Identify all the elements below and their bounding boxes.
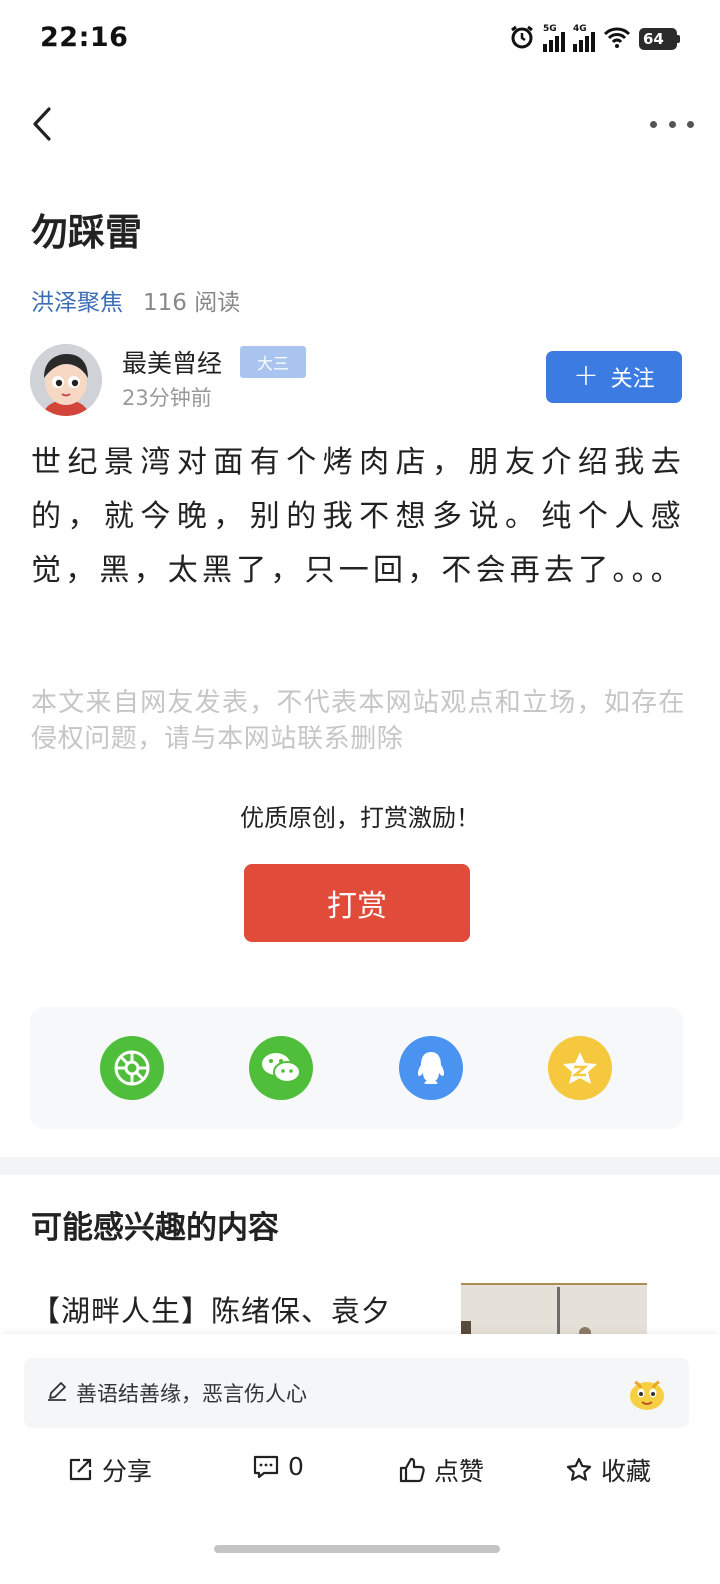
star-icon [566,1457,592,1481]
pen-icon [46,1380,68,1406]
more-button[interactable] [650,110,694,138]
favorite-label: 收藏 [601,1457,652,1486]
chevron-left-icon [33,107,51,141]
article-body: 世纪景湾对面有个烤肉店，朋友介绍我去的，就今晚，别的我不想多说。纯个人感觉，黑，… [31,445,685,588]
recommend-title: 可能感兴趣的内容 [31,1210,279,1246]
thumbs-up-icon [399,1457,425,1483]
favorite-button[interactable]: 收藏 [565,1452,651,1488]
like-button[interactable]: 点赞 [398,1452,484,1488]
share-label: 分享 [102,1457,153,1486]
status-bar: 22:16 5G 4G 64 [0,0,720,80]
disclaimer: 本文来自网友发表，不代表本网站观点和立场，如存在侵权问题，请与本网站联系删除 [31,688,685,754]
author-row: 最美曾经 大三 23分钟前 + 关注 [30,344,690,420]
nav-bar [0,92,720,156]
comment-count: 0 [288,1452,304,1481]
comment-input[interactable]: 善语结善缘，恶言伤人心 [24,1358,689,1428]
like-label: 点赞 [434,1457,485,1486]
reward-button[interactable]: 打赏 [244,864,470,942]
qzone-icon[interactable] [548,1036,612,1100]
reward-prompt: 优质原创，打赏激励！ [240,804,480,832]
home-indicator[interactable] [214,1545,500,1553]
comment-button[interactable]: 0 [252,1452,304,1481]
moments-icon[interactable] [100,1036,164,1100]
share-panel [30,1007,683,1129]
article-meta: 洪泽聚焦 116 阅读 [31,283,240,317]
qq-icon[interactable] [399,1036,463,1100]
comment-placeholder: 善语结善缘，恶言伤人心 [76,1382,307,1406]
emoji-icon[interactable] [627,1374,667,1412]
article-title: 勿踩雷 [31,211,142,254]
action-bar: 分享 0 点赞 收藏 [0,1452,720,1492]
source-link[interactable]: 洪泽聚焦 [31,283,123,317]
comment-icon [253,1455,279,1478]
article-page: 22:16 5G 4G 64 勿踩雷 洪泽聚焦 116 阅读 最美曾经 大三 2… [0,0,720,1584]
alarm-icon [509,24,535,54]
author-name[interactable]: 最美曾经 [122,344,222,380]
status-icons: 5G 4G 64 [509,24,680,54]
follow-label: 关注 [610,367,655,392]
share-button[interactable]: 分享 [66,1452,152,1488]
grade-badge: 大三 [240,346,306,378]
status-time: 22:16 [40,22,129,53]
wifi-icon [603,26,631,52]
back-button[interactable] [22,100,62,148]
section-divider [0,1157,720,1175]
avatar[interactable] [30,344,102,416]
signal-5g-icon: 5G [543,24,565,52]
share-icon [69,1458,92,1481]
more-dots-icon [650,120,657,128]
follow-button[interactable]: + 关注 [546,351,682,403]
recommend-item-title[interactable]: 【湖畔人生】陈绪保、袁夕 [31,1288,391,1330]
signal-4g-icon: 4G [573,24,595,52]
battery-level: 64 [639,28,677,50]
wechat-icon[interactable] [249,1036,313,1100]
plus-icon: + [573,357,599,393]
post-time: 23分钟前 [122,386,212,410]
read-count: 116 阅读 [143,290,241,316]
battery-icon: 64 [639,28,680,50]
recommend-item-thumbnail[interactable] [461,1283,647,1335]
